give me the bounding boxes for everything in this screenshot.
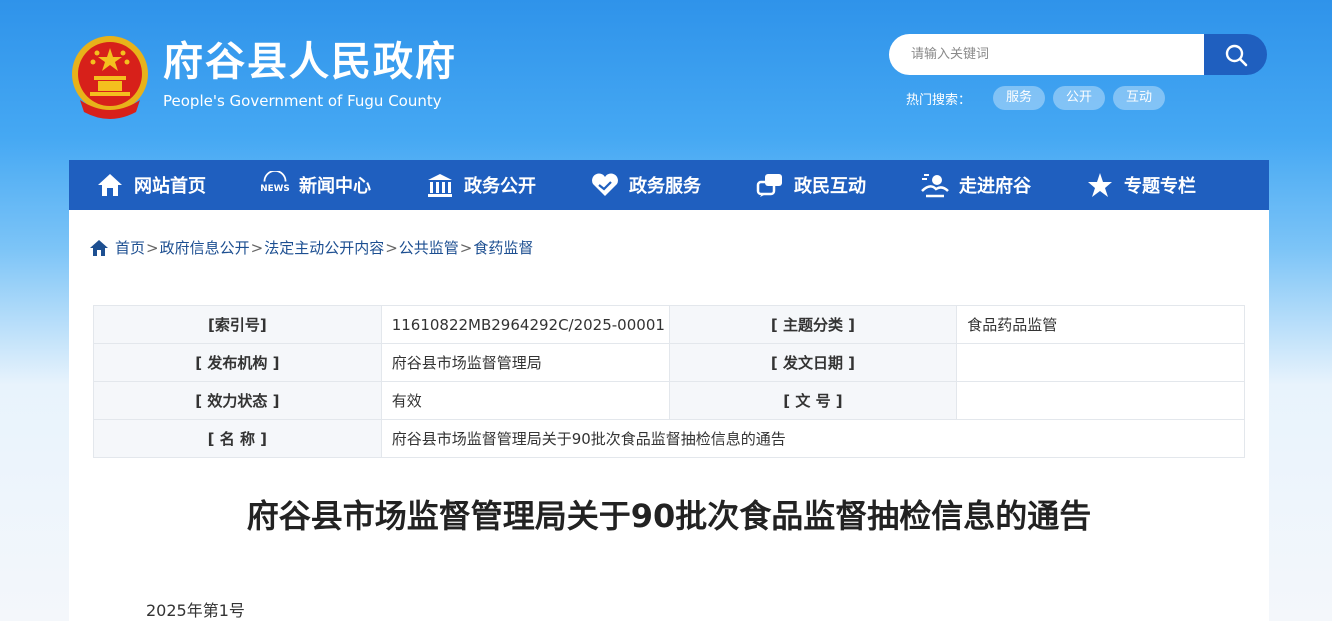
nav-item-label: 新闻中心: [299, 176, 371, 197]
chat-icon: [755, 170, 785, 200]
search-icon: [1225, 44, 1247, 66]
nav-item-label: 走进府谷: [959, 176, 1031, 197]
table-row: [索引号] 11610822MB2964292C/2025-00001 [ 主题…: [93, 305, 1245, 344]
nav-item-special-topics[interactable]: 专题专栏: [1059, 160, 1224, 210]
site-subtitle: People's Government of Fugu County: [163, 92, 442, 110]
nav-item-home[interactable]: 网站首页: [69, 160, 234, 210]
svg-text:NEWS: NEWS: [260, 184, 289, 194]
hot-tag-interact[interactable]: 互动: [1113, 86, 1166, 110]
meta-key: [ 主题分类 ]: [668, 305, 958, 344]
breadcrumb-separator: >: [385, 238, 398, 257]
nav-item-gov-service[interactable]: 政务服务: [564, 160, 729, 210]
nav-item-label: 专题专栏: [1124, 176, 1196, 197]
landscape-icon: [920, 170, 950, 200]
meta-value: 府谷县市场监督管理局关于90批次食品监督抽检信息的通告: [380, 419, 1246, 458]
breadcrumb-separator: >: [250, 238, 264, 257]
breadcrumb-statutory[interactable]: 法定主动公开内容: [264, 237, 384, 258]
heart-hand-icon: [590, 170, 620, 200]
nav-item-about-fugu[interactable]: 走进府谷: [894, 160, 1059, 210]
breadcrumb-food-drug[interactable]: 食药监督: [473, 237, 533, 258]
site-title: 府谷县人民政府: [163, 39, 457, 85]
hot-tag-public[interactable]: 公开: [1053, 86, 1106, 110]
meta-key: [ 文 号 ]: [668, 381, 958, 420]
nav-item-label: 政务公开: [464, 176, 536, 197]
home-icon: [95, 170, 125, 200]
nav-item-gov-open[interactable]: 政务公开: [399, 160, 564, 210]
document-number: 2025年第1号: [146, 601, 245, 620]
home-icon: [90, 239, 108, 256]
table-row: [ 名 称 ] 府谷县市场监督管理局关于90批次食品监督抽检信息的通告: [93, 419, 1246, 458]
meta-value: 有效: [380, 381, 670, 420]
table-row: [ 发布机构 ] 府谷县市场监督管理局 [ 发文日期 ]: [93, 343, 1245, 382]
national-emblem-icon: [72, 36, 148, 119]
search-button[interactable]: [1204, 34, 1267, 75]
meta-value: [956, 343, 1245, 382]
meta-value: 府谷县市场监督管理局: [380, 343, 670, 382]
breadcrumb-separator: >: [146, 238, 159, 257]
site-header: 府谷县人民政府 People's Government of Fugu Coun…: [0, 0, 1332, 160]
nav-item-label: 政务服务: [629, 176, 701, 197]
search-box: [889, 34, 1267, 75]
meta-key: [ 发布机构 ]: [93, 343, 382, 382]
article-title: 府谷县市场监督管理局关于90批次食品监督抽检信息的通告: [246, 497, 1092, 535]
meta-key: [ 名 称 ]: [93, 419, 382, 458]
star-icon: [1085, 170, 1115, 200]
meta-key: [ 发文日期 ]: [668, 343, 958, 382]
document-meta-table: [索引号] 11610822MB2964292C/2025-00001 [ 主题…: [93, 305, 1246, 458]
table-row: [ 效力状态 ] 有效 [ 文 号 ]: [93, 381, 1245, 420]
search-input[interactable]: [889, 34, 1204, 75]
breadcrumb-gov-info[interactable]: 政府信息公开: [160, 237, 250, 258]
breadcrumb-separator: >: [459, 238, 473, 257]
nav-item-interaction[interactable]: 政民互动: [729, 160, 894, 210]
nav-item-label: 网站首页: [134, 176, 206, 197]
main-nav: 网站首页 NEWS 新闻中心 政务公开 政务服务 政民互动 走进府谷 专题专栏: [69, 160, 1269, 210]
main-content: 首页 > 政府信息公开 > 法定主动公开内容 > 公共监管 > 食药监督 [索引号] 1…: [69, 210, 1269, 621]
meta-key: [ 效力状态 ]: [93, 381, 382, 420]
meta-value: 11610822MB2964292C/2025-00001: [380, 305, 670, 344]
breadcrumb-public-supervision[interactable]: 公共监管: [399, 237, 459, 258]
news-icon: NEWS: [260, 170, 290, 200]
meta-key: [索引号]: [93, 305, 382, 344]
hot-search-label: 热门搜索：: [906, 92, 972, 108]
government-building-icon: [425, 170, 455, 200]
hot-search: 热门搜索： 服务 公开 互动: [906, 86, 1173, 110]
nav-item-label: 政民互动: [794, 176, 866, 197]
breadcrumb: 首页 > 政府信息公开 > 法定主动公开内容 > 公共监管 > 食药监督: [89, 237, 533, 258]
meta-value: 食品药品监管: [956, 305, 1245, 344]
nav-item-news[interactable]: NEWS 新闻中心: [234, 160, 399, 210]
meta-value: [956, 381, 1245, 420]
breadcrumb-home[interactable]: 首页: [115, 237, 145, 258]
hot-tag-service[interactable]: 服务: [993, 86, 1046, 110]
